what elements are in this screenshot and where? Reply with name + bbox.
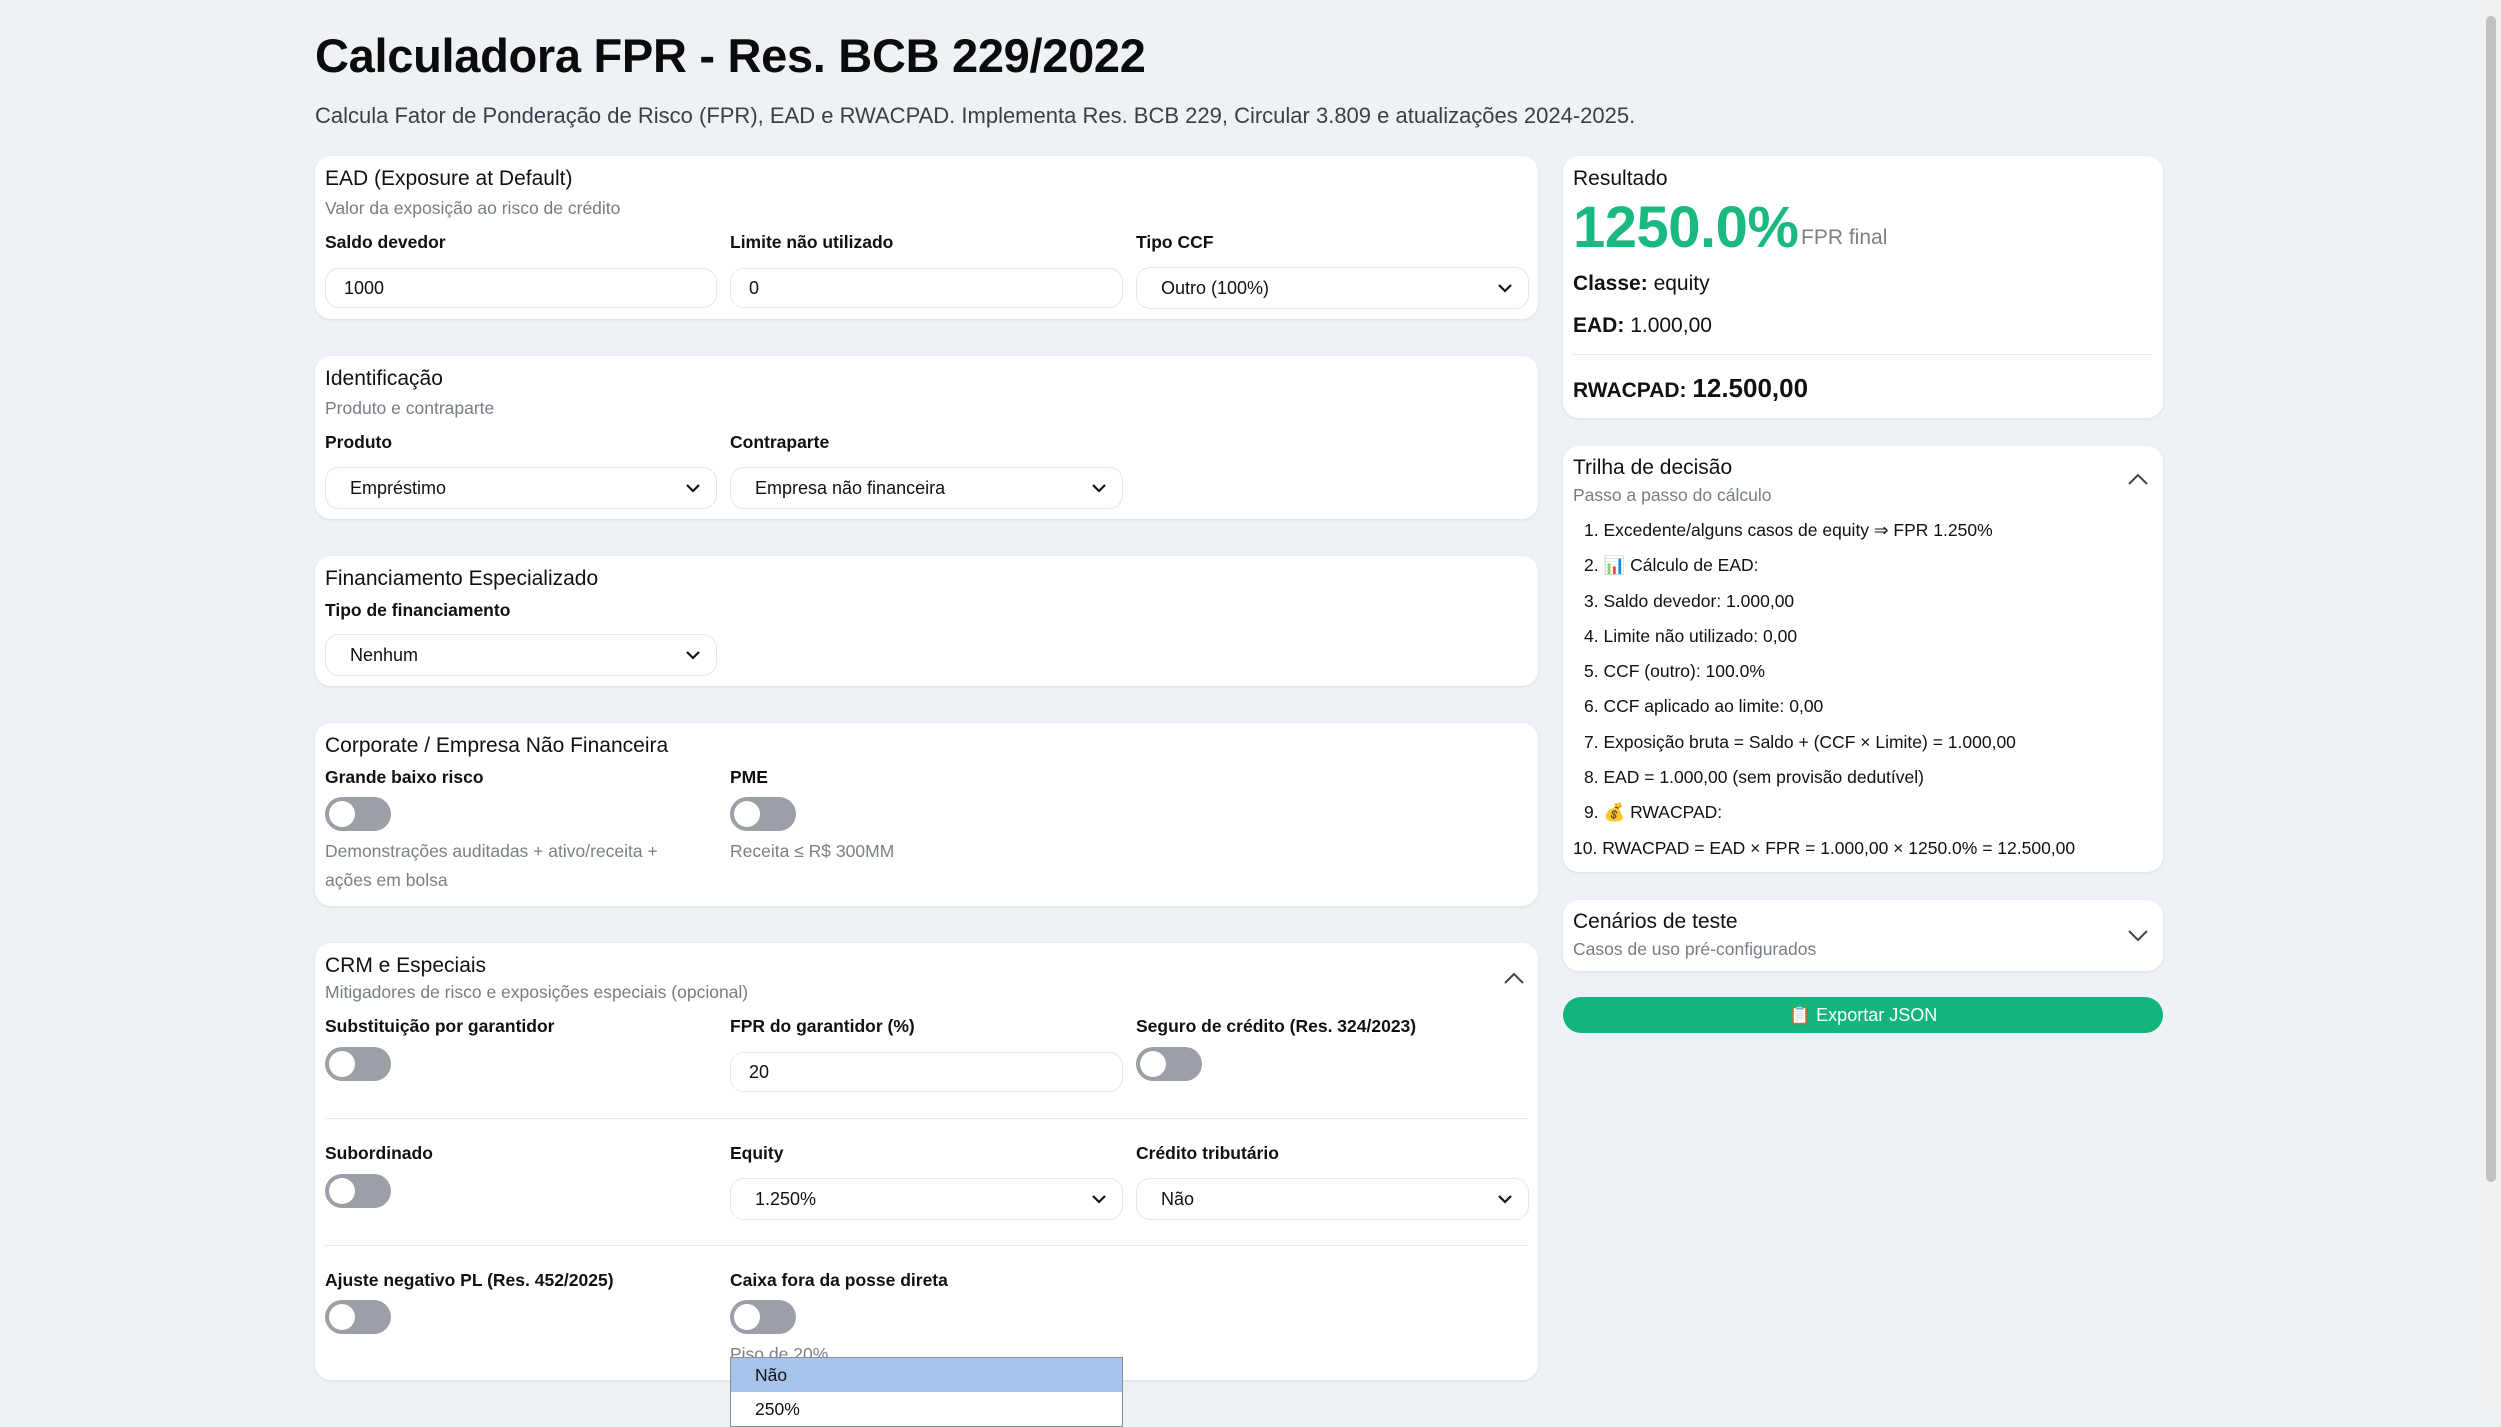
- fpr-garantidor-label: FPR do garantidor (%): [730, 1016, 915, 1036]
- trail-step: 8. EAD = 1.000,00 (sem provisão dedutíve…: [1584, 767, 1924, 788]
- crm-card: [315, 943, 1538, 1380]
- credito-tributario-dropdown[interactable]: Não 250%: [730, 1357, 1123, 1427]
- ajuste-negativo-pl-toggle[interactable]: [325, 1300, 391, 1334]
- tipo-financiamento-select[interactable]: Nenhum: [325, 634, 717, 676]
- trail-step: 9. 💰 RWACPAD:: [1584, 802, 1723, 823]
- trail-step: 4. Limite não utilizado: 0,00: [1584, 625, 1798, 646]
- subordinado-toggle[interactable]: [325, 1174, 391, 1208]
- grande-baixo-risco-hint-2: ações em bolsa: [325, 870, 448, 890]
- credito-tributario-value: Não: [1161, 1189, 1195, 1209]
- fpr-garantidor-input[interactable]: 20: [730, 1052, 1123, 1092]
- fpr-final-value: 1250.0%: [1573, 195, 1799, 260]
- equity-label: Equity: [730, 1143, 784, 1163]
- tipo-ccf-value: Outro (100%): [1161, 278, 1270, 298]
- crm-divider-2: [325, 1245, 1528, 1246]
- page-subtitle: Calcula Fator de Ponderação de Risco (FP…: [315, 103, 1636, 128]
- crm-card-title: CRM e Especiais: [325, 954, 487, 977]
- chevron-down-icon: [686, 651, 700, 660]
- chevron-down-icon[interactable]: [2126, 925, 2150, 945]
- page-title: Calculadora FPR - Res. BCB 229/2022: [315, 29, 1146, 82]
- ead-card-title: EAD (Exposure at Default): [325, 167, 573, 190]
- trail-step: 3. Saldo devedor: 1.000,00: [1584, 590, 1795, 611]
- dropdown-option[interactable]: 250%: [731, 1392, 1122, 1426]
- saldo-devedor-input[interactable]: 1000: [325, 268, 717, 308]
- limite-nao-utilizado-input[interactable]: 0: [730, 268, 1123, 308]
- tipo-ccf-label: Tipo CCF: [1136, 232, 1214, 252]
- trilha-desc: Passo a passo do cálculo: [1573, 485, 1772, 505]
- classe-line: Classe: equity: [1573, 272, 1710, 296]
- ead-card-desc: Valor da exposição ao risco de crédito: [325, 198, 621, 218]
- resultado-divider: [1573, 354, 2153, 355]
- trail-step: 2. 📊 Cálculo de EAD:: [1584, 555, 1759, 576]
- ajuste-negativo-pl-label: Ajuste negativo PL (Res. 452/2025): [325, 1270, 614, 1290]
- caixa-fora-posse-label: Caixa fora da posse direta: [730, 1270, 948, 1290]
- ead-line: EAD: 1.000,00: [1573, 314, 1712, 338]
- seguro-credito-label: Seguro de crédito (Res. 324/2023): [1136, 1016, 1417, 1036]
- grande-baixo-risco-hint-1: Demonstrações auditadas + ativo/receita …: [325, 841, 658, 861]
- pme-label: PME: [730, 767, 768, 787]
- grande-baixo-risco-label: Grande baixo risco: [325, 767, 484, 787]
- chevron-down-icon: [1092, 1195, 1106, 1204]
- limite-nao-utilizado-label: Limite não utilizado: [730, 232, 894, 252]
- ead-result-label: EAD:: [1573, 314, 1625, 337]
- tipo-financiamento-label: Tipo de financiamento: [325, 600, 511, 620]
- produto-select[interactable]: Empréstimo: [325, 467, 717, 509]
- resultado-title: Resultado: [1573, 167, 1668, 190]
- saldo-devedor-label: Saldo devedor: [325, 232, 446, 252]
- chevron-down-icon: [1092, 484, 1106, 493]
- trail-step: 1. Excedente/alguns casos de equity ⇒ FP…: [1584, 520, 1993, 540]
- chevron-down-icon: [686, 484, 700, 493]
- rwacpad-value: 12.500,00: [1692, 373, 1809, 403]
- rwacpad-line: RWACPAD: 12.500,00: [1573, 373, 1808, 404]
- credito-tributario-label: Crédito tributário: [1136, 1143, 1279, 1163]
- decision-trail-list: 1. Excedente/alguns casos de equity ⇒ FP…: [1573, 518, 2075, 871]
- substituicao-garantidor-toggle[interactable]: [325, 1047, 391, 1081]
- caixa-fora-posse-toggle[interactable]: [730, 1300, 796, 1334]
- chevron-up-icon[interactable]: [2126, 470, 2150, 490]
- dropdown-option[interactable]: Não: [731, 1358, 1122, 1392]
- pme-hint: Receita ≤ R$ 300MM: [730, 841, 895, 861]
- produto-value: Empréstimo: [350, 478, 447, 498]
- contraparte-label: Contraparte: [730, 432, 830, 452]
- subordinado-label: Subordinado: [325, 1143, 433, 1163]
- classe-value: equity: [1653, 272, 1710, 295]
- substituicao-garantidor-label: Substituição por garantidor: [325, 1016, 555, 1036]
- export-json-button[interactable]: 📋 Exportar JSON: [1563, 997, 2163, 1033]
- identificacao-card-title: Identificação: [325, 367, 443, 390]
- classe-label: Classe:: [1573, 272, 1648, 295]
- equity-value: 1.250%: [755, 1189, 817, 1209]
- scrollbar-thumb[interactable]: [2486, 16, 2496, 1182]
- contraparte-value: Empresa não financeira: [755, 478, 946, 498]
- equity-select[interactable]: 1.250%: [730, 1178, 1123, 1220]
- tipo-ccf-select[interactable]: Outro (100%): [1136, 267, 1529, 309]
- corporate-card-title: Corporate / Empresa Não Financeira: [325, 734, 669, 757]
- financiamento-card-title: Financiamento Especializado: [325, 567, 599, 590]
- tipo-financiamento-value: Nenhum: [350, 645, 419, 665]
- crm-card-desc: Mitigadores de risco e exposições especi…: [325, 982, 749, 1002]
- rwacpad-label: RWACPAD:: [1573, 379, 1687, 402]
- chevron-down-icon: [1498, 284, 1512, 293]
- crm-divider-1: [325, 1118, 1528, 1119]
- cenarios-desc: Casos de uso pré-configurados: [1573, 939, 1817, 959]
- pme-toggle[interactable]: [730, 797, 796, 831]
- contraparte-select[interactable]: Empresa não financeira: [730, 467, 1123, 509]
- chevron-down-icon: [1498, 1195, 1512, 1204]
- produto-label: Produto: [325, 432, 393, 452]
- trail-step: 6. CCF aplicado ao limite: 0,00: [1584, 696, 1824, 717]
- trail-step: 5. CCF (outro): 100.0%: [1584, 661, 1765, 682]
- trail-step: 7. Exposição bruta = Saldo + (CCF × Limi…: [1584, 731, 2016, 752]
- grande-baixo-risco-toggle[interactable]: [325, 797, 391, 831]
- identificacao-card-desc: Produto e contraparte: [325, 398, 495, 418]
- chevron-up-icon[interactable]: [1502, 969, 1526, 989]
- ead-result-value: 1.000,00: [1630, 314, 1712, 337]
- trail-step: 10. RWACPAD = EAD × FPR = 1.000,00 × 125…: [1573, 837, 2076, 858]
- credito-tributario-select[interactable]: Não: [1136, 1178, 1529, 1220]
- cenarios-title: Cenários de teste: [1573, 910, 1738, 933]
- trilha-title: Trilha de decisão: [1573, 456, 1733, 479]
- fpr-final-caption: FPR final: [1801, 226, 1888, 249]
- seguro-credito-toggle[interactable]: [1136, 1047, 1202, 1081]
